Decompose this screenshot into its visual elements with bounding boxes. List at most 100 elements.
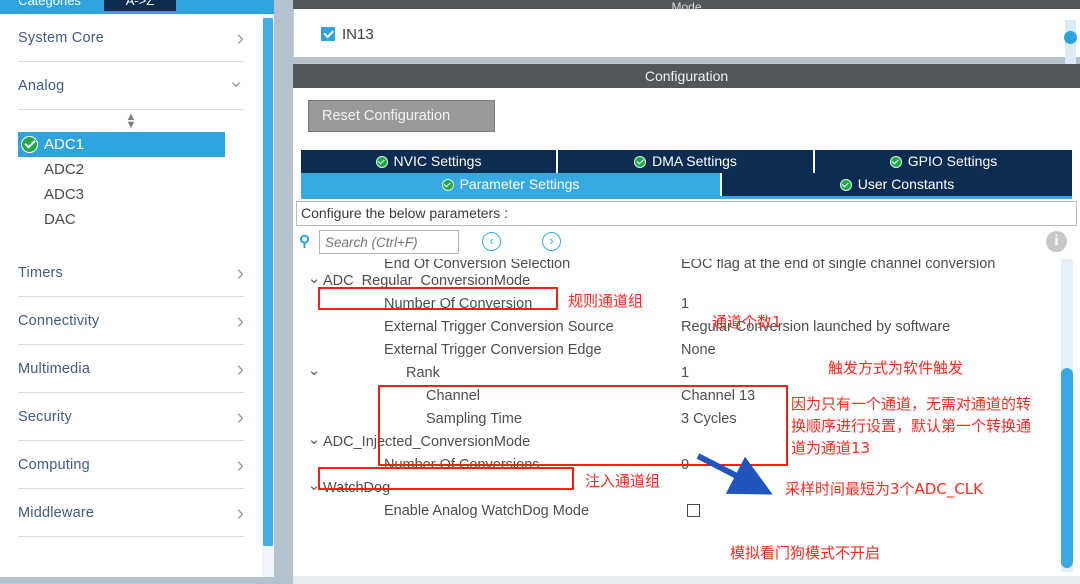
tab-dma-settings[interactable]: DMA Settings (558, 150, 815, 173)
sidebar-item-system-core[interactable]: System Core (18, 14, 244, 62)
sidebar-item-label: Security (18, 408, 72, 425)
sidebar-item-label: System Core (18, 29, 104, 46)
mode-scrollbar-thumb[interactable] (1064, 31, 1077, 44)
peripheral-label: ADC2 (44, 161, 85, 178)
sidebar-item-label: Middleware (18, 504, 95, 521)
peripheral-item-adc1[interactable]: ADC1 (18, 132, 225, 157)
tabs-underline (301, 196, 1072, 199)
search-toolbar: ⚲ ‹ › i (296, 228, 1077, 258)
parameter-value: 1 (681, 296, 690, 312)
sidebar-item-label: Timers (18, 264, 63, 281)
highlight-regular-conversion-mode (318, 287, 558, 310)
tab-user-constants[interactable]: User Constants (722, 173, 1072, 196)
sidebar-item-computing[interactable]: Computing (18, 441, 244, 489)
ok-check-icon (375, 156, 388, 168)
peripheral-item-dac[interactable]: DAC (0, 207, 262, 232)
parameter-scrollbar-thumb[interactable] (1061, 368, 1073, 568)
sidebar-item-connectivity[interactable]: Connectivity (18, 297, 244, 345)
ok-check-icon (839, 179, 852, 191)
configuration-section-body: Reset Configuration NVIC Settings DMA Se… (293, 88, 1080, 584)
peripheral-item-adc2[interactable]: ADC2 (0, 157, 262, 182)
sidebar-item-middleware[interactable]: Middleware (18, 489, 244, 537)
annotation-injected-group: 注入通道组 (585, 472, 661, 490)
sort-updown-icon: ▲ ▼ (125, 111, 137, 131)
checkbox-in13[interactable]: IN13 (321, 25, 374, 43)
sidebar-item-label: Analog (18, 77, 65, 94)
tab-label: GPIO Settings (907, 153, 998, 169)
parameter-name: External Trigger Conversion Edge (384, 342, 602, 358)
sidebar-item-multimedia[interactable]: Multimedia (18, 345, 244, 393)
configured-ok-icon (21, 136, 38, 153)
peripheral-label: ADC3 (44, 186, 85, 203)
parameter-value: None (681, 342, 716, 358)
parameter-value: 1 (681, 365, 690, 381)
reset-configuration-button[interactable]: Reset Configuration (308, 100, 495, 132)
analog-peripheral-list: ▲ ▼ ADC1 ADC2 ADC3 DAC (0, 110, 262, 232)
sidebar-divider (274, 0, 281, 584)
chevron-down-icon[interactable]: ⌄ (307, 363, 321, 381)
annotation-rank-note-1: 因为只有一个通道，无需对通道的转 (791, 395, 1032, 413)
tab-label: User Constants (857, 176, 955, 192)
chevron-down-icon (228, 76, 244, 95)
peripheral-item-adc3[interactable]: ADC3 (0, 182, 262, 207)
annotation-watchdog-note: 模拟看门狗模式不开启 (730, 544, 881, 562)
search-icon: ⚲ (299, 233, 310, 250)
settings-tabs-row-1: NVIC Settings DMA Settings GPIO Settings (301, 150, 1072, 173)
tab-label: Parameter Settings (459, 176, 580, 192)
tab-label: DMA Settings (652, 153, 737, 169)
annotation-channel-count: 通道个数1 (712, 313, 782, 331)
categories-sidebar: Categories A->Z System Core Analog ▲▼ AD… (0, 0, 281, 584)
table-row[interactable]: End Of Conversion Selection EOC flag at … (296, 259, 1077, 272)
sidebar-item-label: Multimedia (18, 360, 91, 377)
search-input[interactable] (319, 230, 459, 254)
peripheral-label: ADC1 (44, 136, 85, 153)
settings-tabs-row-2: Parameter Settings User Constants (301, 173, 1072, 196)
chevron-right-icon (237, 502, 244, 524)
ok-check-icon (441, 179, 454, 191)
app-window: Categories A->Z System Core Analog ▲▼ AD… (0, 0, 1080, 584)
tab-parameter-settings[interactable]: Parameter Settings (301, 173, 722, 196)
chevron-right-icon (237, 262, 244, 284)
panel-bottom-strip (293, 576, 1080, 584)
sidebar-item-timers[interactable]: Timers (18, 249, 244, 297)
table-row[interactable]: Enable Analog WatchDog Mode (296, 500, 1077, 523)
mode-section-body: IN13 (293, 9, 1080, 64)
chevron-right-icon (237, 310, 244, 332)
parameter-name: Rank (406, 365, 440, 381)
mode-section-header: Mode (293, 0, 1080, 14)
parameter-name: Enable Analog WatchDog Mode (384, 503, 590, 519)
annotation-sampling-note: 采样时间最短为3个ADC_CLK (785, 480, 983, 498)
info-icon[interactable]: i (1046, 231, 1067, 252)
chevron-down-icon[interactable]: ⌄ (307, 432, 321, 450)
search-prev-button[interactable]: ‹ (482, 232, 501, 251)
sort-order-control[interactable]: ▲ ▼ (0, 110, 262, 132)
configuration-section-header: Configuration (293, 64, 1080, 88)
highlight-injected-conversion-mode (318, 467, 574, 490)
table-row[interactable]: External Trigger Conversion Source Regul… (296, 316, 1077, 339)
chevron-right-icon (237, 406, 244, 428)
parameter-name: External Trigger Conversion Source (384, 319, 614, 335)
search-next-button[interactable]: › (542, 232, 561, 251)
sidebar-item-analog[interactable]: Analog (18, 62, 244, 110)
sidebar-bottom-edge (0, 577, 281, 584)
peripheral-label: DAC (44, 211, 76, 228)
configure-hint-bar: Configure the below parameters : (296, 201, 1077, 226)
sidebar-scrollbar-thumb[interactable] (263, 18, 273, 546)
category-list: System Core Analog ▲▼ ADC1 ADC2 (0, 14, 262, 584)
chevron-right-icon (237, 27, 244, 49)
annotation-rank-note-2: 换顺序进行设置，默认第一个转换通 (791, 417, 1032, 435)
sidebar-tabstrip: Categories A->Z (0, 0, 281, 14)
sidebar-item-security[interactable]: Security (18, 393, 244, 441)
ok-check-icon (634, 156, 647, 168)
tab-nvic-settings[interactable]: NVIC Settings (301, 150, 558, 173)
chevron-right-icon (237, 358, 244, 380)
sidebar-item-label: Connectivity (18, 312, 100, 329)
chevron-right-icon (237, 454, 244, 476)
annotation-regular-group: 规则通道组 (568, 292, 644, 310)
tab-gpio-settings[interactable]: GPIO Settings (815, 150, 1072, 173)
checkbox-icon[interactable] (321, 27, 335, 41)
annotation-trigger-mode: 触发方式为软件触发 (828, 359, 964, 377)
ok-check-icon (889, 156, 902, 168)
tab-label: NVIC Settings (393, 153, 482, 169)
